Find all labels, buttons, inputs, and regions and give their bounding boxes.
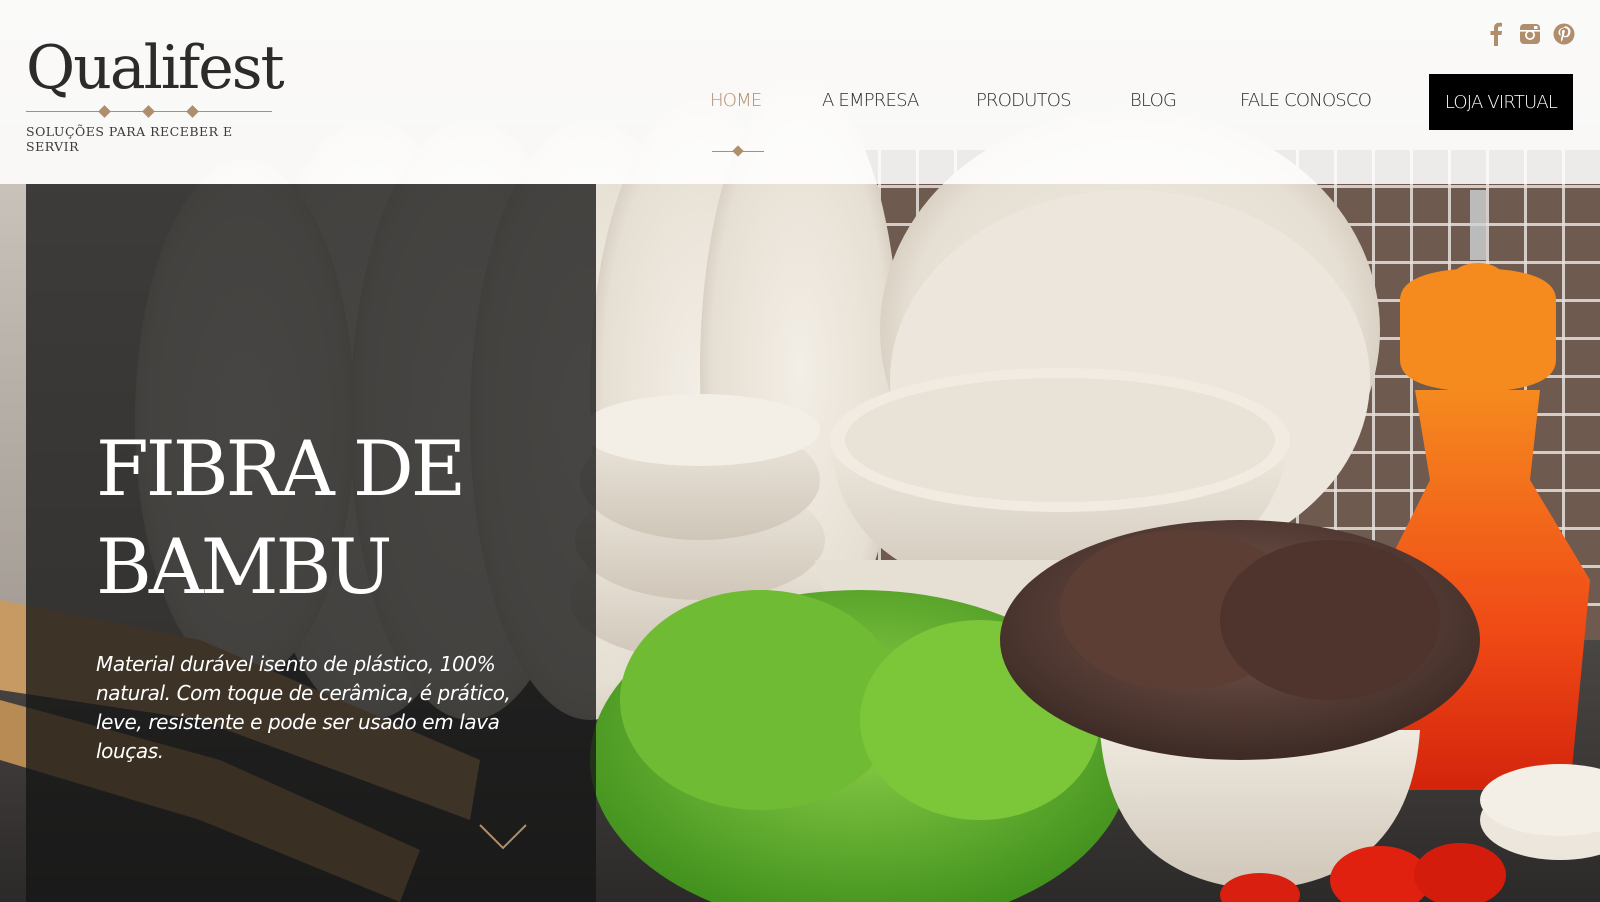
nav-fale-conosco[interactable]: FALE CONOSCO [1240,90,1372,111]
nav-home[interactable]: HOME [710,90,762,111]
nav-a-empresa[interactable]: A EMPRESA [822,90,919,111]
logo[interactable]: Qualifest SOLUÇÕES PARA RECEBER E SERVIR [26,33,285,154]
pinterest-icon[interactable] [1552,22,1576,46]
hero-text-panel: FIBRA DE BAMBU Material durável isento d… [26,184,596,902]
hero-title-line1: FIBRA DE [96,424,466,513]
nav-active-indicator [712,145,764,157]
nav-produtos[interactable]: PRODUTOS [976,90,1072,111]
chevron-down-icon[interactable] [478,822,528,852]
social-links [1484,22,1576,46]
logo-divider [26,104,272,118]
instagram-icon[interactable] [1518,22,1542,46]
logo-tagline: SOLUÇÕES PARA RECEBER E SERVIR [26,124,233,154]
site-header: Qualifest SOLUÇÕES PARA RECEBER E SERVIR… [0,0,1600,184]
nav-blog[interactable]: BLOG [1130,90,1177,111]
facebook-icon[interactable] [1484,22,1508,46]
hero-description: Material durável isento de plástico, 100… [96,652,511,763]
logo-wordmark: Qualifest [26,33,285,103]
hero-title-line2: BAMBU [96,522,392,611]
loja-virtual-button[interactable]: LOJA VIRTUAL [1429,74,1573,130]
hero-title: FIBRA DE BAMBU [96,420,536,616]
